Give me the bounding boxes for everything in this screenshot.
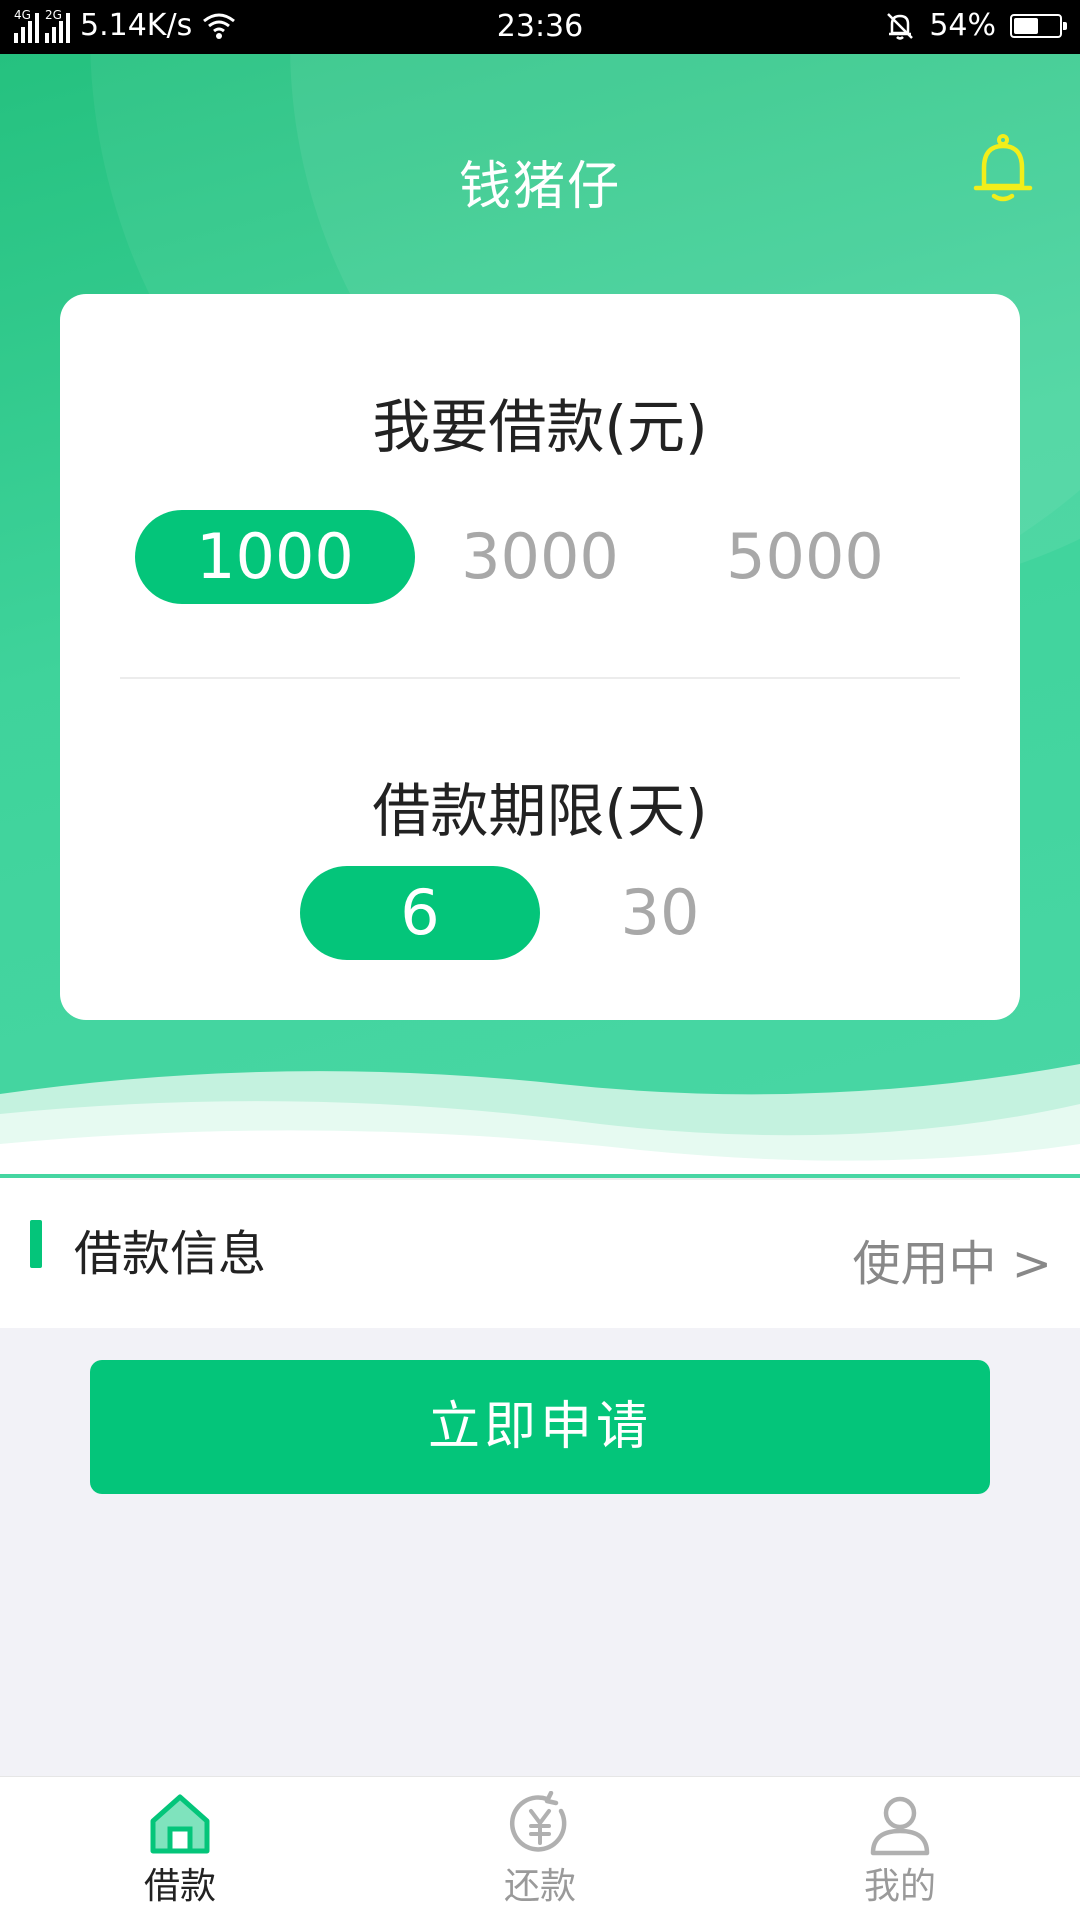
nav-label-loan: 借款 [143,1866,216,1907]
nav-label-repay: 还款 [503,1866,576,1907]
hero-banner: 钱猪仔 我要借款(元) 1000 3000 5000 借款期限(天) 6 30 [0,54,1080,1179]
info-accent-bar [30,1220,42,1268]
nav-label-mine: 我的 [863,1866,936,1907]
term-option-30[interactable]: 30 [540,866,780,960]
battery-percent: 54% [929,8,996,43]
info-status-link[interactable]: 使用中 > [853,1224,1052,1294]
apply-now-button[interactable]: 立即申请 [90,1360,990,1494]
battery-fill [1014,17,1038,34]
status-right: 54% [885,8,1067,43]
info-divider [60,1178,1020,1180]
wave-decoration [0,1064,1080,1174]
nav-item-loan[interactable]: 借款 [80,1791,280,1909]
battery-icon [1010,13,1067,38]
amount-title: 我要借款(元) [372,393,708,461]
term-title: 借款期限(天) [372,777,708,845]
bottom-navigation: 借款 还款 我的 [0,1776,1080,1920]
loan-options-card: 我要借款(元) 1000 3000 5000 借款期限(天) 6 30 [60,294,1020,1020]
amount-option-1000[interactable]: 1000 [135,510,415,604]
bell-muted-icon [887,12,914,40]
term-option-6[interactable]: 6 [300,866,540,960]
home-icon [150,1794,210,1854]
amount-option-5000[interactable]: 5000 [665,510,945,604]
loan-info-row[interactable]: 借款信息 使用中 > [0,1178,1080,1328]
info-label: 借款信息 [74,1226,267,1282]
bell-icon[interactable] [972,134,1034,204]
nav-item-repay[interactable]: 还款 [440,1791,640,1909]
nav-item-mine[interactable]: 我的 [800,1791,1000,1909]
app-title: 钱猪仔 [458,157,621,217]
repay-yuan-icon [509,1791,567,1852]
amount-option-3000[interactable]: 3000 [400,510,680,604]
card-divider [120,677,960,679]
status-bar: 4G 2G 5.14K/s 23:36 54% [0,0,1080,54]
user-icon [870,1796,930,1856]
